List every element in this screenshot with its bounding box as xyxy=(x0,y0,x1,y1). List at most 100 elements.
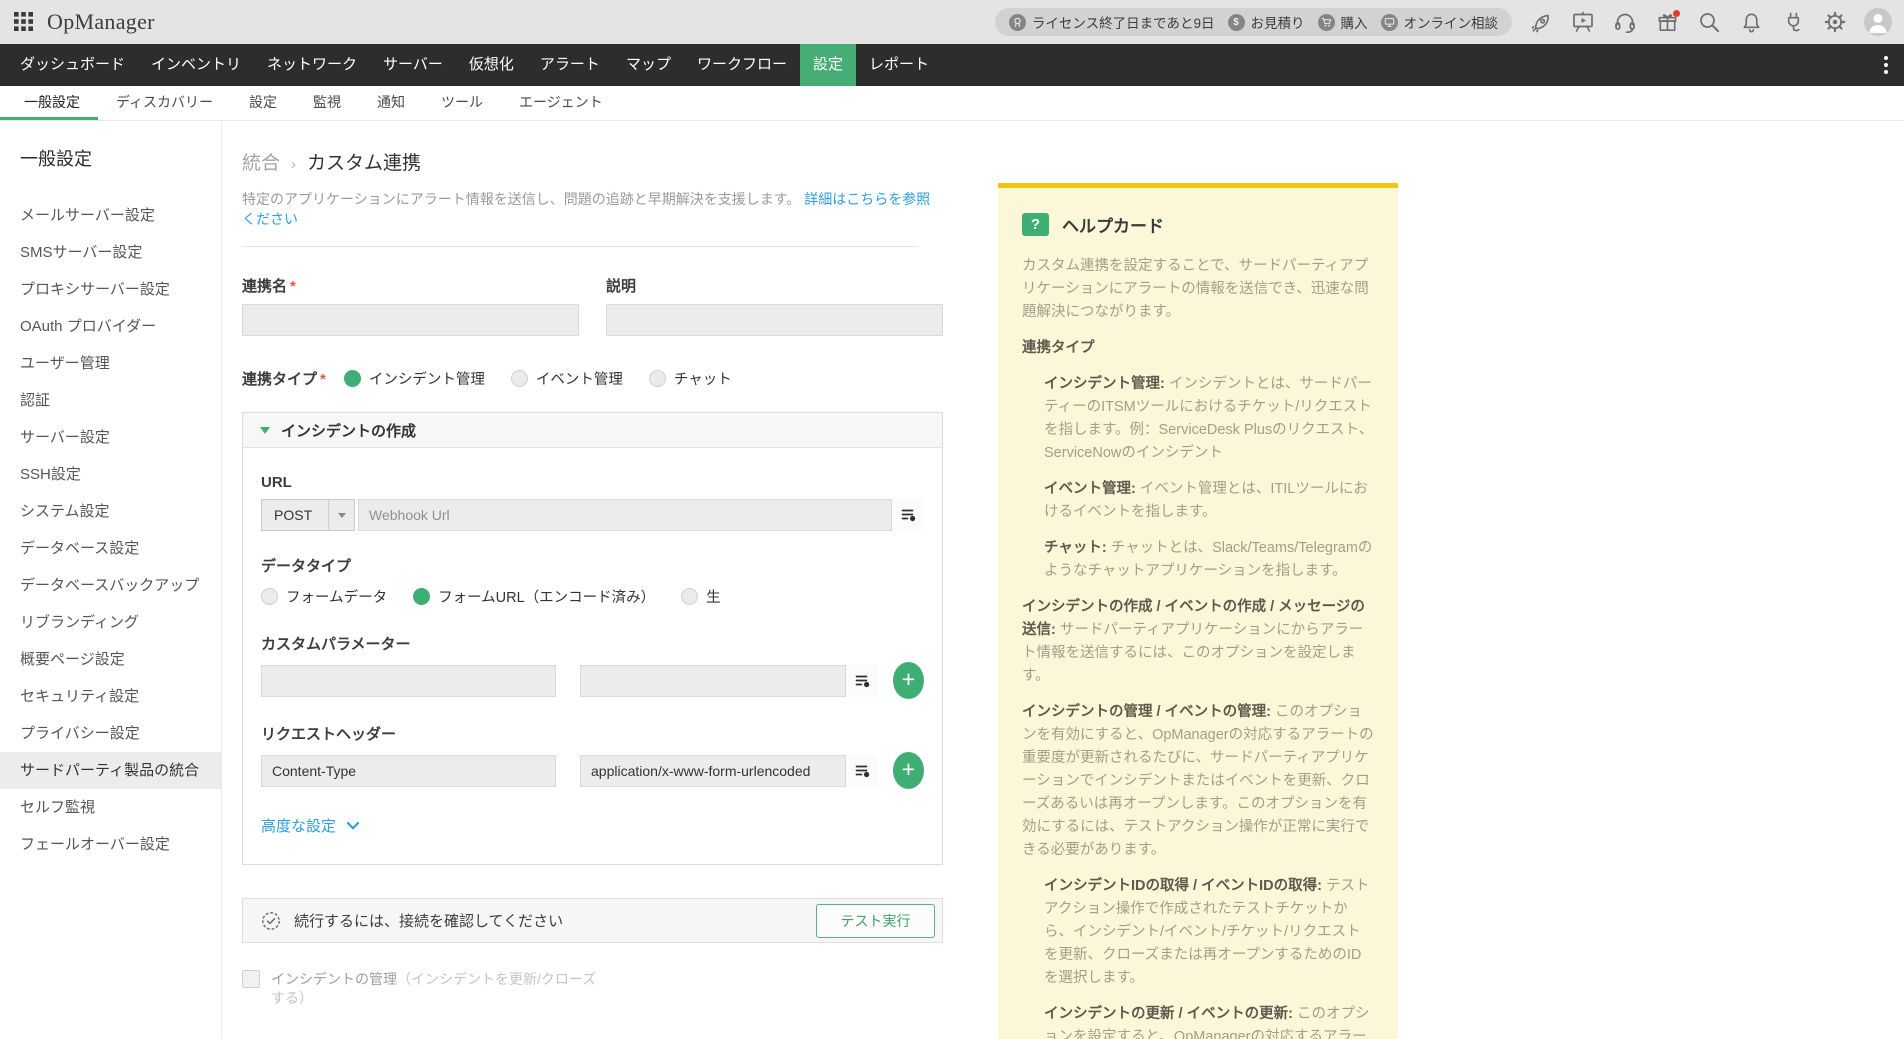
gift-icon[interactable] xyxy=(1654,9,1680,35)
gear-icon[interactable] xyxy=(1822,9,1848,35)
manage-incident-label: インシデントの管理（インシデントを更新/クローズする） xyxy=(271,970,606,1008)
presentation-icon[interactable] xyxy=(1570,9,1596,35)
nav-tab-maps[interactable]: マップ xyxy=(613,44,684,86)
nav-tab-inventory[interactable]: インベントリ xyxy=(138,44,254,86)
page-description: 特定のアプリケーションにアラート情報を送信し、問題の追跡と早期解決を支援します。… xyxy=(242,189,943,229)
http-method-select[interactable]: POST xyxy=(261,499,355,531)
manage-incident-checkbox[interactable] xyxy=(242,970,260,988)
breadcrumb-separator: › xyxy=(291,156,296,173)
description-input[interactable] xyxy=(606,304,943,336)
radio-chat[interactable]: チャット xyxy=(649,368,732,389)
subnav-tab-configuration[interactable]: 設定 xyxy=(231,86,295,120)
field-picker-icon[interactable] xyxy=(845,665,878,697)
sidebar-item-proxy-server[interactable]: プロキシサーバー設定 xyxy=(0,271,221,308)
incident-creation-panel-header[interactable]: インシデントの作成 xyxy=(243,413,942,448)
collapse-caret-icon xyxy=(260,427,270,434)
sidebar-item-self-monitoring[interactable]: セルフ監視 xyxy=(0,789,221,826)
sidebar-item-ssh-settings[interactable]: SSH設定 xyxy=(0,456,221,493)
help-paragraph: インシデントIDの取得 / イベントIDの取得: テストアクション操作で作成され… xyxy=(1022,875,1374,990)
subnav-tab-monitoring[interactable]: 監視 xyxy=(295,86,359,120)
subnav-tab-general[interactable]: 一般設定 xyxy=(0,86,98,120)
integration-name-label: 連携名* xyxy=(242,275,579,296)
sidebar-item-rebranding[interactable]: リブランディング xyxy=(0,604,221,641)
run-test-button[interactable]: テスト実行 xyxy=(816,904,935,938)
sidebar-item-user-management[interactable]: ユーザー管理 xyxy=(0,345,221,382)
help-paragraph: イベント管理: イベント管理とは、ITILツールにおけるイベントを指します。 xyxy=(1022,478,1374,524)
settings-subnav: 一般設定 ディスカバリー 設定 監視 通知 ツール エージェント xyxy=(0,86,1904,121)
sidebar-item-database-backup[interactable]: データベースバックアップ xyxy=(0,567,221,604)
sidebar-item-server-settings[interactable]: サーバー設定 xyxy=(0,419,221,456)
settings-sidebar: 一般設定 メールサーバー設定 SMSサーバー設定 プロキシサーバー設定 OAut… xyxy=(0,121,222,1039)
param-value-input[interactable] xyxy=(580,665,878,697)
page-body: 一般設定 メールサーバー設定 SMSサーバー設定 プロキシサーバー設定 OAut… xyxy=(0,121,1904,1039)
help-paragraph: インシデント管理: インシデントとは、サードパーティーのITSMツールにおけるチ… xyxy=(1022,373,1374,465)
help-paragraph: インシデントの作成 / イベントの作成 / メッセージの送信: サードパーティア… xyxy=(1022,596,1374,688)
subnav-tab-tools[interactable]: ツール xyxy=(423,86,501,120)
radio-form-url-encoded[interactable]: フォームURL（エンコード済み） xyxy=(413,586,655,607)
nav-tab-dashboard[interactable]: ダッシュボード xyxy=(7,44,138,86)
integration-type-row: 連携タイプ* インシデント管理 イベント管理 チャット xyxy=(242,368,943,389)
sidebar-item-summary-page[interactable]: 概要ページ設定 xyxy=(0,641,221,678)
advanced-settings-link[interactable]: 高度な設定 xyxy=(261,815,924,836)
field-picker-icon[interactable] xyxy=(891,499,924,531)
sidebar-item-security-settings[interactable]: セキュリティ設定 xyxy=(0,678,221,715)
nav-overflow-menu-icon[interactable] xyxy=(1884,44,1888,86)
gift-badge xyxy=(1673,10,1680,17)
sidebar-item-oauth-provider[interactable]: OAuth プロバイダー xyxy=(0,308,221,345)
dollar-icon: $ xyxy=(1228,14,1245,31)
radio-icon xyxy=(649,370,666,387)
nav-tab-workflow[interactable]: ワークフロー xyxy=(684,44,800,86)
main-navigation: ダッシュボード インベントリ ネットワーク サーバー 仮想化 アラート マップ … xyxy=(0,44,1904,86)
subnav-tab-discovery[interactable]: ディスカバリー xyxy=(98,86,231,120)
plug-icon[interactable] xyxy=(1780,9,1806,35)
sidebar-item-mail-server[interactable]: メールサーバー設定 xyxy=(0,197,221,234)
incident-creation-panel: インシデントの作成 URL POST xyxy=(242,412,943,865)
radio-incident-management[interactable]: インシデント管理 xyxy=(344,368,485,389)
sidebar-item-third-party-integrations[interactable]: サードパーティ製品の統合 xyxy=(0,752,221,789)
app-logo[interactable]: OpManager xyxy=(47,9,155,35)
nav-tab-alerts[interactable]: アラート xyxy=(527,44,613,86)
subnav-tab-notification[interactable]: 通知 xyxy=(359,86,423,120)
rocket-icon[interactable] xyxy=(1528,9,1554,35)
nav-tab-server[interactable]: サーバー xyxy=(370,44,456,86)
question-mark-icon: ? xyxy=(1022,213,1049,236)
sidebar-item-sms-server[interactable]: SMSサーバー設定 xyxy=(0,234,221,271)
nav-tab-reports[interactable]: レポート xyxy=(856,44,942,86)
field-picker-icon[interactable] xyxy=(845,755,878,787)
get-quote-link[interactable]: $ お見積り xyxy=(1228,12,1305,32)
search-icon[interactable] xyxy=(1696,9,1722,35)
help-paragraph: カスタム連携を設定することで、サードパーティアプリケーションにアラートの情報を送… xyxy=(1022,255,1374,324)
license-days-remaining[interactable]: ライセンス終了日まであと9日 xyxy=(1009,12,1215,32)
sidebar-item-database-settings[interactable]: データベース設定 xyxy=(0,530,221,567)
sidebar-item-authentication[interactable]: 認証 xyxy=(0,382,221,419)
app-grid-icon[interactable] xyxy=(14,12,34,32)
sidebar-item-system-settings[interactable]: システム設定 xyxy=(0,493,221,530)
section-divider xyxy=(242,246,918,247)
cart-icon xyxy=(1318,14,1335,31)
sidebar-item-failover-settings[interactable]: フェールオーバー設定 xyxy=(0,826,221,863)
headset-icon[interactable] xyxy=(1612,9,1638,35)
nav-tab-settings[interactable]: 設定 xyxy=(800,44,856,86)
breadcrumb-integrations[interactable]: 統合 xyxy=(242,148,280,175)
add-param-button[interactable]: + xyxy=(893,662,924,699)
subnav-tab-agent[interactable]: エージェント xyxy=(501,86,621,120)
radio-selected-icon xyxy=(413,588,430,605)
param-key-input[interactable] xyxy=(261,665,556,697)
nav-tab-virtualization[interactable]: 仮想化 xyxy=(456,44,527,86)
integration-name-input[interactable] xyxy=(242,304,579,336)
nav-tab-network[interactable]: ネットワーク xyxy=(254,44,370,86)
online-consult-link[interactable]: オンライン相談 xyxy=(1381,12,1499,32)
header-key-input[interactable] xyxy=(261,755,556,787)
sidebar-item-privacy-settings[interactable]: プライバシー設定 xyxy=(0,715,221,752)
add-header-button[interactable]: + xyxy=(893,752,924,789)
user-avatar[interactable] xyxy=(1864,8,1892,36)
bell-icon[interactable] xyxy=(1738,9,1764,35)
webhook-url-input[interactable] xyxy=(358,499,924,531)
radio-event-management[interactable]: イベント管理 xyxy=(511,368,623,389)
radio-raw[interactable]: 生 xyxy=(681,586,721,607)
header-value-input[interactable] xyxy=(580,755,878,787)
help-paragraph: チャット: チャットとは、Slack/Teams/Telegramのようなチャッ… xyxy=(1022,537,1374,583)
purchase-link[interactable]: 購入 xyxy=(1318,12,1368,32)
help-card-title: ヘルプカード xyxy=(1062,212,1164,237)
radio-form-data[interactable]: フォームデータ xyxy=(261,586,387,607)
